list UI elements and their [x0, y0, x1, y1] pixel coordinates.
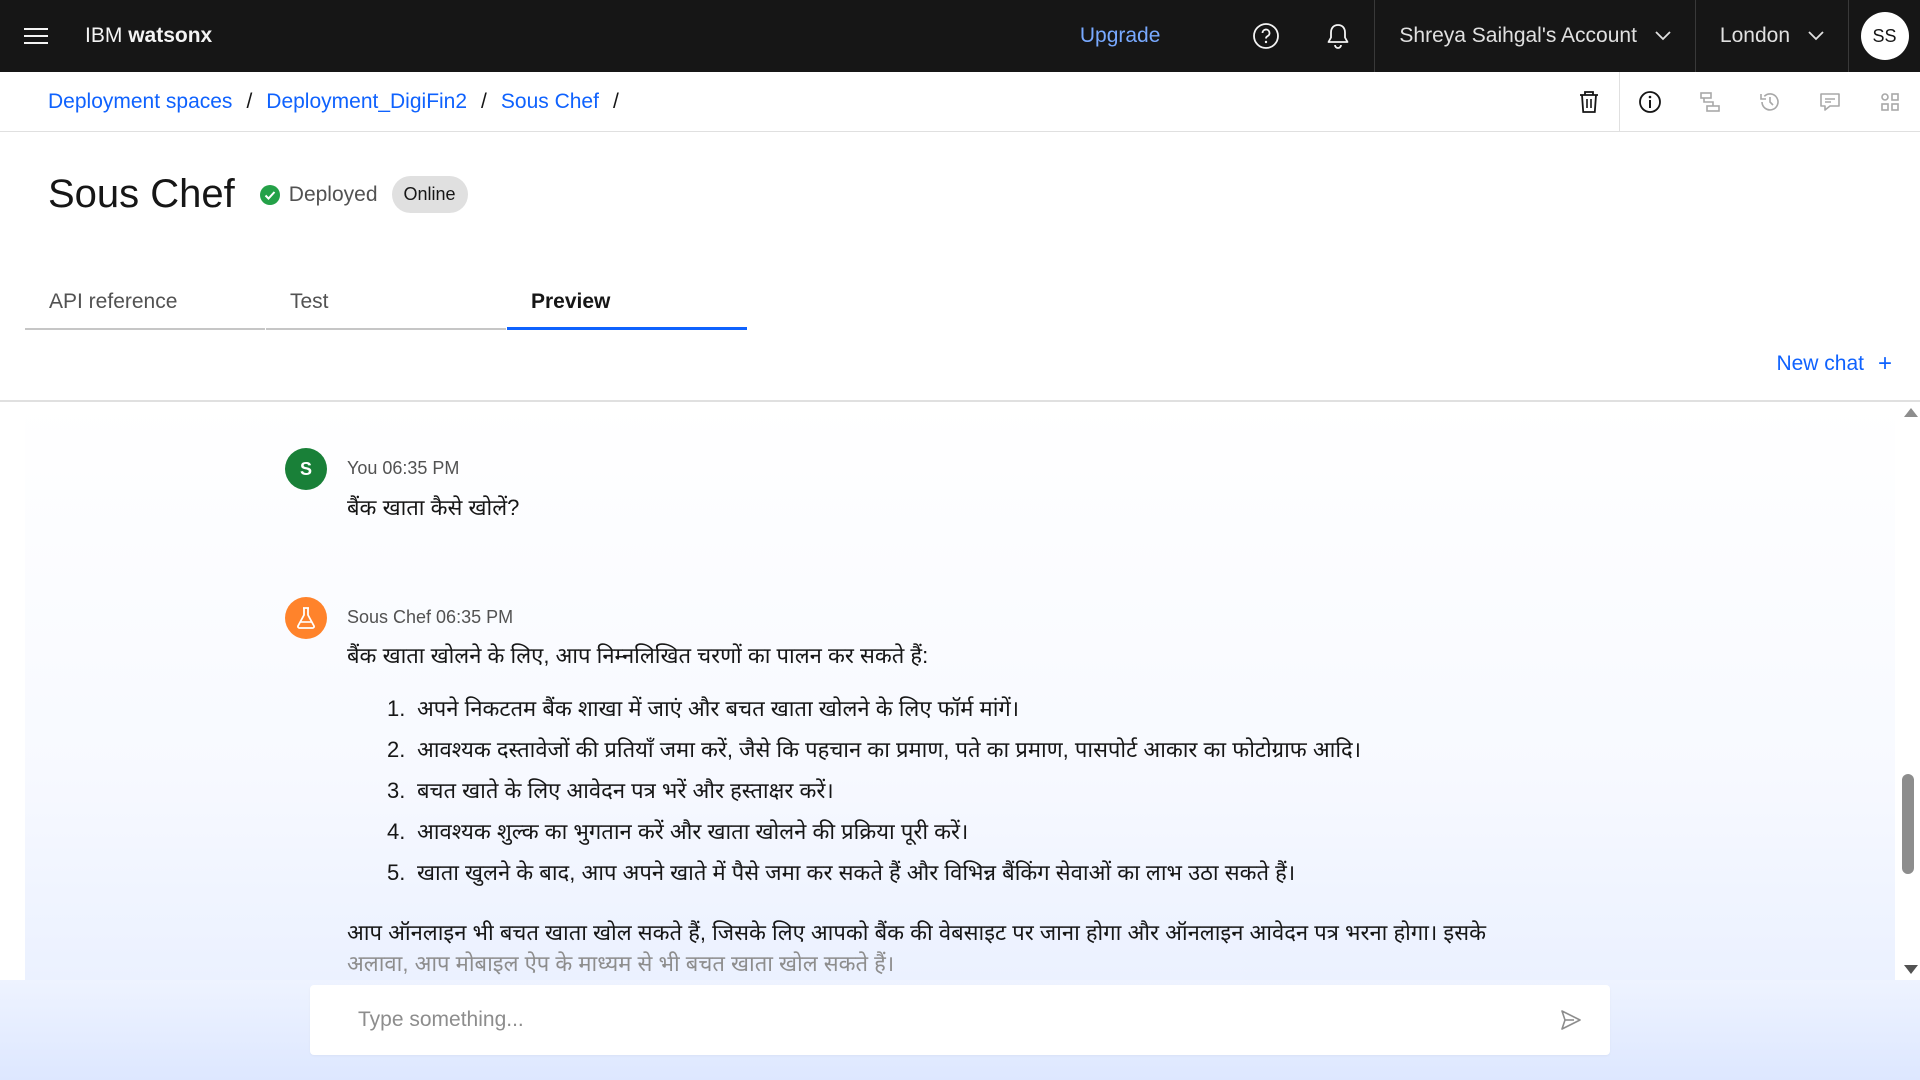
reply-outro: आप ऑनलाइन भी बचत खाता खोल सकते हैं, जिसक…	[347, 917, 1547, 979]
list-item-number: 2.	[387, 737, 406, 762]
brand-product: watsonx	[128, 24, 213, 47]
chat-scrollbar[interactable]	[1898, 402, 1920, 980]
status-text: Deployed	[288, 182, 378, 206]
chevron-down-icon	[1808, 31, 1824, 41]
chevron-down-icon	[1655, 31, 1671, 41]
comment-icon[interactable]	[1800, 72, 1860, 132]
trash-icon[interactable]	[1559, 72, 1619, 132]
breadcrumb-bar: Deployment spaces / Deployment_DigiFin2 …	[0, 72, 1920, 132]
reply-outro-line: आप ऑनलाइन भी बचत खाता खोल सकते हैं, जिसक…	[347, 920, 1486, 945]
tab-api-reference[interactable]: API reference	[25, 280, 265, 330]
list-item-number: 5.	[387, 860, 406, 885]
brand-name[interactable]: IBM watsonx	[85, 24, 212, 48]
reply-steps: 1. अपने निकटतम बैंक शाखा में जाएं और बचत …	[347, 688, 1547, 893]
list-item-text: खाता खुलने के बाद, आप अपने खाते में पैसे…	[417, 860, 1296, 885]
tab-list: API reference Test Preview	[25, 280, 748, 330]
account-switcher[interactable]: Shreya Saihgal's Account	[1374, 0, 1695, 72]
scrollbar-thumb[interactable]	[1902, 774, 1914, 874]
breadcrumb-deployment-spaces[interactable]: Deployment spaces	[48, 90, 232, 114]
list-item-text: बचत खाते के लिए आवेदन पत्र भरें और हस्ता…	[417, 778, 834, 803]
tab-preview[interactable]: Preview	[507, 280, 747, 330]
status-badge: Online	[391, 176, 468, 213]
list-item-number: 3.	[387, 778, 406, 803]
list-item-number: 4.	[387, 819, 406, 844]
list-item-text: अपने निकटतम बैंक शाखा में जाएं और बचत खा…	[417, 696, 1020, 721]
message-meta: Sous Chef 06:35 PM	[347, 607, 514, 627]
assistant-message-body: बैंक खाता खोलने के लिए, आप निम्नलिखित चर…	[347, 640, 1547, 979]
plus-icon: +	[1877, 350, 1892, 377]
new-chat-label: New chat	[1776, 352, 1864, 375]
help-icon[interactable]	[1230, 0, 1302, 72]
apps-icon[interactable]	[1860, 72, 1920, 132]
flow-icon[interactable]	[1680, 72, 1740, 132]
chat-input[interactable]	[358, 1008, 1508, 1032]
tab-test[interactable]: Test	[266, 280, 506, 330]
breadcrumb-deployment[interactable]: Sous Chef	[501, 90, 599, 114]
flask-icon	[285, 597, 327, 639]
breadcrumb-separator: /	[246, 89, 253, 113]
checkmark-filled-icon	[259, 184, 280, 205]
breadcrumb-separator: /	[481, 89, 487, 113]
account-name: Shreya Saihgal's Account	[1399, 24, 1637, 47]
scroll-down-arrow-icon[interactable]	[1904, 965, 1918, 974]
list-item-text: आवश्यक शुल्क का भुगतान करें और खाता खोलन…	[417, 819, 969, 844]
status-indicator: Deployed	[259, 183, 378, 207]
upgrade-link[interactable]: Upgrade	[1080, 24, 1161, 48]
title-row: Sous Chef Deployed Online	[48, 172, 468, 217]
chat-input-container	[310, 985, 1610, 1055]
avatar[interactable]: SS	[1860, 12, 1909, 60]
list-item: 5. खाता खुलने के बाद, आप अपने खाते में पै…	[347, 852, 1547, 893]
notification-icon[interactable]	[1302, 0, 1374, 72]
send-icon[interactable]	[1560, 1009, 1582, 1036]
reply-intro: बैंक खाता खोलने के लिए, आप निम्नलिखित चर…	[347, 643, 929, 668]
list-item: 4. आवश्यक शुल्क का भुगतान करें और खाता खो…	[347, 811, 1547, 852]
list-item: 1. अपने निकटतम बैंक शाखा में जाएं और बचत …	[347, 688, 1547, 729]
list-item: 3. बचत खाते के लिए आवेदन पत्र भरें और हस्…	[347, 770, 1547, 811]
scroll-up-arrow-icon[interactable]	[1904, 408, 1918, 417]
list-item-number: 1.	[387, 696, 406, 721]
message-meta: You 06:35 PM	[347, 458, 460, 478]
history-icon[interactable]	[1740, 72, 1800, 132]
page-title: Sous Chef	[48, 172, 235, 216]
user-avatar: S	[285, 448, 327, 490]
breadcrumb: Deployment spaces / Deployment_DigiFin2 …	[48, 90, 633, 114]
breadcrumb-separator: /	[612, 89, 619, 113]
brand-prefix: IBM	[85, 24, 123, 47]
reply-outro-line: अलावा, आप मोबाइल ऐप के माध्यम से भी बचत …	[347, 951, 895, 976]
top-header: IBM watsonx Upgrade Shreya Saihgal's Acc…	[0, 0, 1920, 72]
breadcrumb-deployment-space[interactable]: Deployment_DigiFin2	[266, 90, 467, 114]
new-chat-button[interactable]: New chat +	[1776, 352, 1892, 376]
message-text: बैंक खाता कैसे खोलें?	[347, 495, 520, 520]
list-item-text: आवश्यक दस्तावेजों की प्रतियाँ जमा करें, …	[417, 737, 1362, 762]
list-item: 2. आवश्यक दस्तावेजों की प्रतियाँ जमा करें…	[347, 729, 1547, 770]
region-name: London	[1719, 24, 1790, 47]
region-switcher[interactable]: London	[1694, 0, 1848, 72]
info-icon[interactable]	[1620, 72, 1680, 132]
menu-icon[interactable]	[0, 0, 72, 72]
